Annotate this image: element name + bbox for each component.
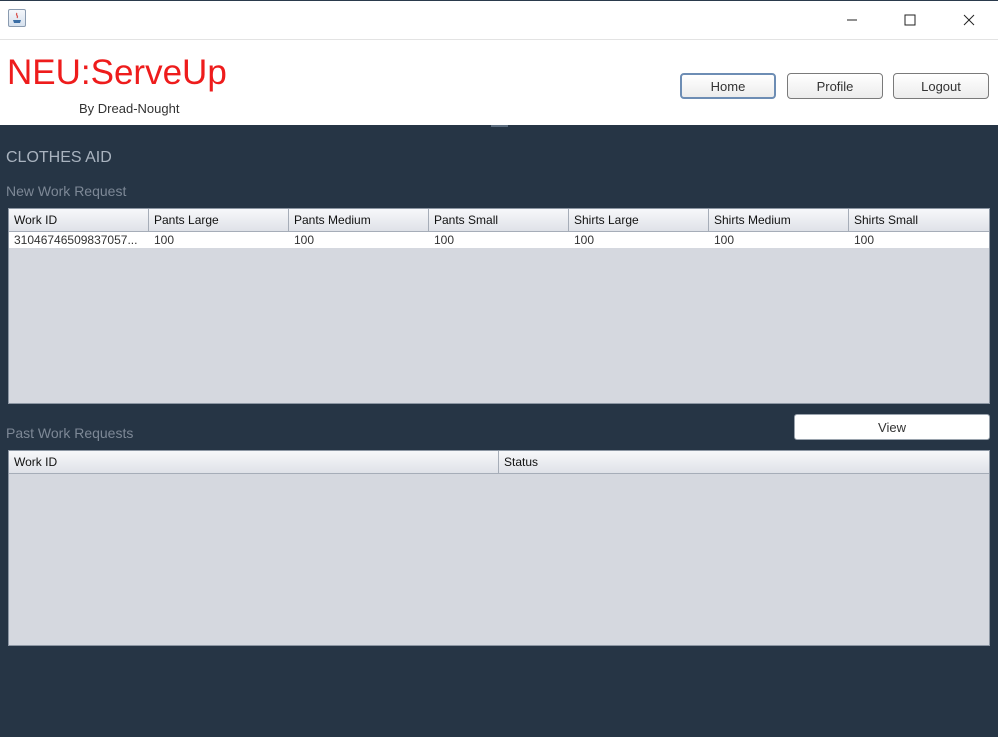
brand-byline: By Dread-Nought — [79, 101, 180, 116]
home-button[interactable]: Home — [680, 73, 776, 99]
new-work-request-label: New Work Request — [6, 183, 127, 199]
close-icon[interactable] — [940, 1, 998, 38]
cell-shirts-small[interactable]: 100 — [849, 232, 989, 248]
column-header-shirts-medium[interactable]: Shirts Medium — [709, 209, 849, 231]
column-header-pants-medium[interactable]: Pants Medium — [289, 209, 429, 231]
table-header: Work ID Status — [9, 451, 989, 474]
column-header-work-id[interactable]: Work ID — [9, 209, 149, 231]
profile-button[interactable]: Profile — [787, 73, 883, 99]
split-divider-handle[interactable] — [491, 125, 508, 127]
column-header-status[interactable]: Status — [499, 451, 989, 473]
new-work-request-table[interactable]: Work ID Pants Large Pants Medium Pants S… — [8, 208, 990, 404]
table-row[interactable]: 31046746509837057... 100 100 100 100 100… — [9, 232, 989, 248]
page-title: CLOTHES AID — [6, 149, 112, 166]
column-header-shirts-small[interactable]: Shirts Small — [849, 209, 989, 231]
main-panel: CLOTHES AID New Work Request Work ID Pan… — [0, 125, 998, 737]
table-header: Work ID Pants Large Pants Medium Pants S… — [9, 209, 989, 232]
brand-title: NEU:ServeUp — [7, 53, 227, 92]
logout-button[interactable]: Logout — [893, 73, 989, 99]
maximize-icon[interactable] — [881, 1, 939, 38]
column-header-pants-large[interactable]: Pants Large — [149, 209, 289, 231]
column-header-pants-small[interactable]: Pants Small — [429, 209, 569, 231]
view-button[interactable]: View — [794, 414, 990, 440]
app-window: NEU:ServeUp By Dread-Nought Home Profile… — [0, 0, 998, 737]
cell-shirts-large[interactable]: 100 — [569, 232, 709, 248]
column-header-shirts-large[interactable]: Shirts Large — [569, 209, 709, 231]
minimize-icon[interactable] — [823, 1, 881, 38]
cell-pants-large[interactable]: 100 — [149, 232, 289, 248]
past-work-requests-table[interactable]: Work ID Status — [8, 450, 990, 646]
cell-pants-small[interactable]: 100 — [429, 232, 569, 248]
cell-pants-medium[interactable]: 100 — [289, 232, 429, 248]
cell-work-id[interactable]: 31046746509837057... — [9, 232, 149, 248]
cell-shirts-medium[interactable]: 100 — [709, 232, 849, 248]
app-header: NEU:ServeUp By Dread-Nought Home Profile… — [0, 40, 998, 125]
column-header-work-id[interactable]: Work ID — [9, 451, 499, 473]
past-work-requests-label: Past Work Requests — [6, 425, 134, 441]
java-app-icon[interactable] — [8, 9, 26, 27]
title-bar — [0, 1, 998, 40]
